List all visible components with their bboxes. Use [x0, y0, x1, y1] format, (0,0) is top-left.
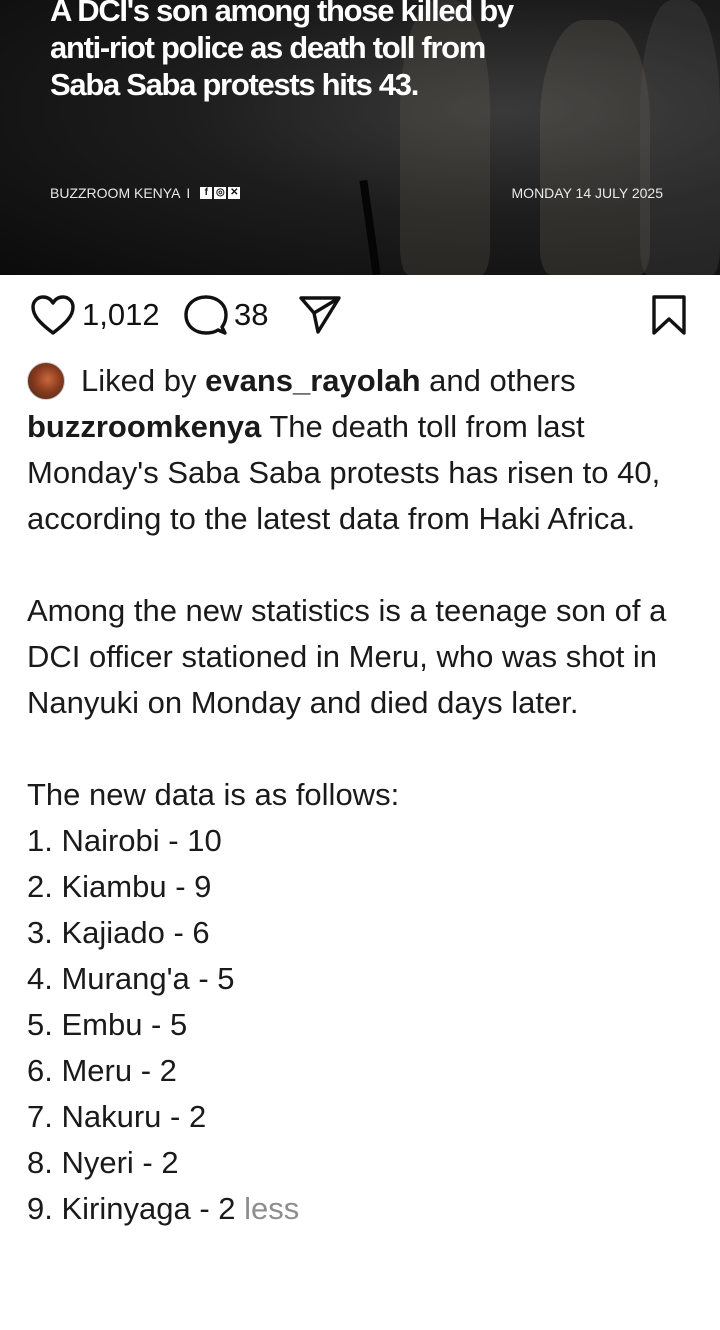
liked-by-suffix[interactable]: and others — [429, 358, 576, 404]
liked-by-user[interactable]: evans_rayolah — [205, 358, 420, 404]
instagram-icon: ◎ — [214, 187, 227, 199]
comment-button[interactable]: 38 — [184, 294, 268, 336]
list-item-last: 9. Kirinyaga - 2 less — [27, 1186, 697, 1232]
less-link[interactable]: less — [244, 1191, 299, 1226]
rifle-silhouette — [359, 179, 381, 275]
background-figure — [640, 0, 720, 275]
caption-paragraph: Among the new statistics is a teenage so… — [27, 593, 667, 720]
liked-by-row[interactable]: Liked by evans_rayolah and others — [27, 358, 697, 404]
save-button[interactable] — [650, 294, 688, 336]
list-item: 6. Meru - 2 — [27, 1053, 177, 1088]
comment-icon — [184, 295, 228, 335]
share-button[interactable] — [298, 294, 342, 336]
list-item: 3. Kajiado - 6 — [27, 915, 210, 950]
like-button[interactable]: 1,012 — [30, 294, 160, 336]
background-figure — [540, 20, 650, 275]
list-item: 1. Nairobi - 10 — [27, 823, 222, 858]
list-item: 7. Nakuru - 2 — [27, 1099, 207, 1134]
x-icon: ✕ — [228, 187, 241, 199]
like-count[interactable]: 1,012 — [82, 297, 160, 333]
list-heading: The new data is as follows: — [27, 777, 400, 812]
source-row: BUZZROOM KENYA I f ◎ ✕ — [50, 185, 241, 201]
post-date: MONDAY 14 JULY 2025 — [511, 185, 663, 201]
heart-icon — [31, 295, 75, 335]
social-icons: f ◎ ✕ — [200, 187, 241, 199]
bookmark-icon — [652, 295, 686, 335]
liked-by-prefix: Liked by — [81, 363, 197, 398]
caption-intro: buzzroomkenya The death toll from last M… — [27, 404, 697, 542]
list-item: 2. Kiambu - 9 — [27, 869, 212, 904]
send-icon — [299, 296, 341, 334]
post-caption: Liked by evans_rayolah and others buzzro… — [27, 358, 697, 1232]
list-item: 4. Murang'a - 5 — [27, 961, 235, 996]
list-item-text: 9. Kirinyaga - 2 — [27, 1191, 236, 1226]
action-bar: 1,012 38 — [0, 290, 720, 348]
caption-username[interactable]: buzzroomkenya — [27, 409, 261, 444]
facebook-icon: f — [200, 187, 213, 199]
avatar[interactable] — [27, 362, 65, 400]
source-separator: I — [186, 185, 191, 201]
list-item: 5. Embu - 5 — [27, 1007, 188, 1042]
post-headline: A DCI's son among those killed by anti-r… — [50, 0, 514, 102]
source-label: BUZZROOM KENYA — [50, 185, 181, 201]
post-image[interactable]: A DCI's son among those killed by anti-r… — [0, 0, 720, 275]
comment-count[interactable]: 38 — [234, 297, 268, 333]
list-item: 8. Nyeri - 2 — [27, 1145, 179, 1180]
